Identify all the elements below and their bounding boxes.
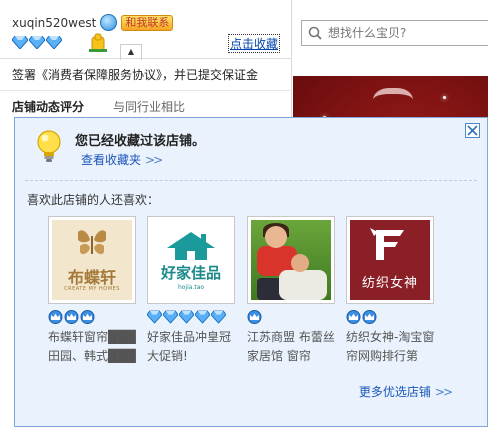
search-icon bbox=[308, 26, 322, 40]
shop-level-rating bbox=[346, 310, 436, 324]
diamond-icon bbox=[211, 310, 226, 324]
close-icon[interactable] bbox=[465, 123, 480, 138]
diamond-icon bbox=[147, 310, 162, 324]
seller-diamond-rating bbox=[12, 36, 62, 49]
double-chevron-right-icon: >> bbox=[145, 153, 163, 167]
f-logo-icon bbox=[370, 228, 404, 260]
seller-name[interactable]: xuqin520west bbox=[12, 16, 96, 30]
crown-icon bbox=[80, 310, 95, 324]
sparkle bbox=[443, 96, 446, 99]
shop-thumbnail[interactable] bbox=[247, 216, 335, 304]
shop-name-link[interactable]: 布蝶轩窗帘███田园、韩式███ bbox=[48, 328, 138, 366]
shop-logo-text: 布蝶轩 bbox=[67, 268, 116, 287]
favorite-confirm-text: 您已经收藏过该店铺。 bbox=[75, 134, 206, 149]
diamond-icon bbox=[12, 36, 28, 49]
shop-logo-subtext: hojia.tao bbox=[177, 284, 205, 291]
guarantee-agreement-text: 签署《消费者保障服务协议》，并已提交保证金 bbox=[12, 68, 259, 82]
shop-level-rating bbox=[147, 310, 237, 324]
double-chevron-right-icon: >> bbox=[434, 385, 453, 399]
diamond-icon bbox=[46, 36, 62, 49]
divider bbox=[0, 58, 292, 59]
shop-logo-subtext: CREATE MY HOMES bbox=[64, 286, 120, 292]
diamond-icon bbox=[179, 310, 194, 324]
shop-thumbnail[interactable]: 布蝶轩 CREATE MY HOMES bbox=[48, 216, 136, 304]
shop-name-link[interactable]: 好家佳品冲皇冠大促销! bbox=[147, 328, 237, 366]
contact-seller-button[interactable]: 和我联系 bbox=[121, 14, 174, 31]
industry-compare-label: 与同行业相比 bbox=[113, 100, 186, 114]
diamond-icon bbox=[195, 310, 210, 324]
shop-thumbnail[interactable]: 纺织女神 bbox=[346, 216, 434, 304]
crown-icon bbox=[247, 310, 262, 324]
favorite-confirm-popup: 您已经收藏过该店铺。 查看收藏夹 >> 喜欢此店铺的人还喜欢： 布蝶轩 CREAT… bbox=[14, 117, 488, 427]
butterfly-logo-icon bbox=[78, 230, 106, 255]
house-logo-icon bbox=[167, 232, 215, 260]
shop-logo-text: 好家佳品 bbox=[160, 264, 221, 282]
crown-icon bbox=[346, 310, 361, 324]
recommended-shop: 布蝶轩 CREATE MY HOMES 布蝶轩窗帘███田园、韩式███ bbox=[48, 216, 138, 366]
search-area bbox=[293, 0, 488, 76]
search-input[interactable] bbox=[328, 24, 483, 42]
recommended-shop: 纺织女神 纺织女神-淘宝窗帘网购排行第 bbox=[346, 216, 436, 366]
diamond-icon bbox=[29, 36, 45, 49]
also-like-heading: 喜欢此店铺的人还喜欢： bbox=[27, 193, 160, 207]
consumer-guarantee-icon[interactable] bbox=[89, 33, 107, 53]
divider bbox=[0, 90, 292, 91]
add-favorite-link[interactable]: 点击收藏 bbox=[228, 34, 281, 53]
search-box[interactable] bbox=[301, 20, 488, 46]
shop-logo-text: 纺织女神 bbox=[361, 276, 418, 291]
shop-level-rating bbox=[48, 310, 138, 324]
more-shops-label[interactable]: 更多优选店铺 bbox=[359, 385, 431, 399]
recommended-shop: 好家佳品 hojia.tao 好家佳品冲皇冠大促销! bbox=[147, 216, 237, 366]
crown-icon bbox=[48, 310, 63, 324]
shop-level-rating bbox=[247, 310, 337, 324]
view-favorites-link[interactable]: 查看收藏夹 >> bbox=[81, 151, 163, 168]
diamond-icon bbox=[163, 310, 178, 324]
shop-name-link[interactable]: 纺织女神-淘宝窗帘网购排行第 bbox=[346, 328, 436, 366]
shop-thumbnail[interactable]: 好家佳品 hojia.tao bbox=[147, 216, 235, 304]
recommended-shop: 江苏商盟 布蕾丝家居馆 窗帘 bbox=[247, 216, 337, 366]
banner-glyph bbox=[373, 88, 413, 118]
divider bbox=[25, 180, 477, 181]
view-favorites-label[interactable]: 查看收藏夹 bbox=[81, 153, 141, 167]
lightbulb-icon bbox=[35, 130, 63, 164]
crown-icon bbox=[362, 310, 377, 324]
shop-photo bbox=[251, 220, 331, 300]
seller-row: xuqin520west 和我联系 bbox=[12, 14, 174, 31]
more-shops-link[interactable]: 更多优选店铺 >> bbox=[359, 383, 453, 400]
shop-rating-title: 店铺动态评分 bbox=[12, 100, 85, 114]
shop-name-link[interactable]: 江苏商盟 布蕾丝家居馆 窗帘 bbox=[247, 328, 337, 366]
wangwang-icon[interactable] bbox=[100, 14, 118, 31]
crown-icon bbox=[64, 310, 79, 324]
